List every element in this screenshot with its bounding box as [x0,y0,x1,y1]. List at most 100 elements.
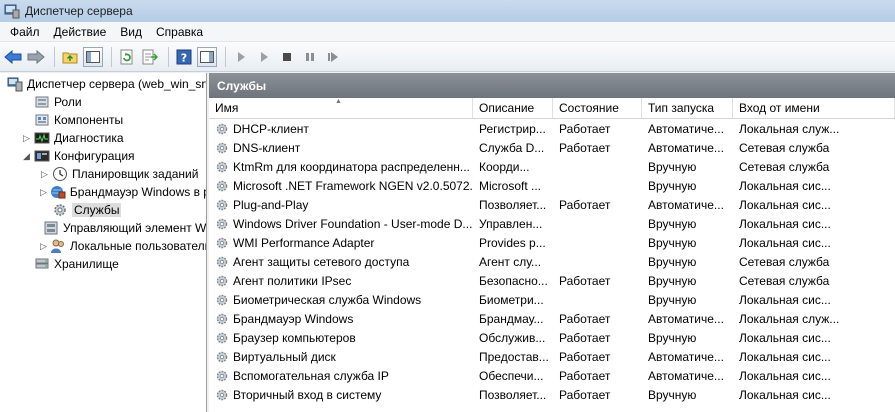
tree-item[interactable]: ▷ Планировщик заданий [0,165,206,183]
service-status: Работает [559,349,611,364]
tree-item[interactable]: Компоненты [0,111,206,129]
service-row[interactable]: Агент политики IPsec Безопасно... Работает… [209,271,895,290]
service-name: Вторичный вход в систему [233,387,382,402]
service-row[interactable]: Агент защиты сетевого доступа Агент слу..… [209,252,895,271]
service-gear-icon [215,122,233,136]
tree-expander-icon[interactable]: ▷ [40,187,47,197]
start-service-alt-icon[interactable] [254,47,274,67]
menu-bar: Файл Действие Вид Справка [0,22,895,42]
stop-service-icon[interactable] [277,47,297,67]
service-row[interactable]: Microsoft .NET Framework NGEN v2.0.5072.… [209,176,895,195]
column-header-name[interactable]: Имя [209,98,473,118]
service-startup-type: Вручную [648,330,697,345]
service-gear-icon [215,369,233,383]
toolbar-separator [225,46,226,67]
service-gear-icon [215,293,233,307]
tree-item[interactable]: ▷ Локальные пользователи [0,237,206,255]
service-name: Plug-and-Play [233,197,309,212]
service-log-on-as: Локальная сис... [739,235,831,250]
refresh-icon[interactable] [117,47,137,67]
storage-icon [34,256,50,272]
toolbar-separator [168,46,169,67]
action-pane-icon[interactable] [197,46,217,67]
service-row[interactable]: Вспомогательная служба IP Обеспечи... Рабо… [209,366,895,385]
service-description: Безопасно... [479,273,548,288]
service-gear-icon [215,274,233,288]
service-status: Работает [559,121,611,136]
tree-expander-icon[interactable]: ▷ [40,169,49,179]
server-manager-app-icon [4,3,20,19]
help-icon[interactable]: ? [174,47,194,67]
service-row[interactable]: Вторичный вход в систему Позволяет... Рабо… [209,385,895,404]
service-gear-icon [215,350,233,364]
service-status: Работает [559,368,611,383]
service-name-cell: Браузер компьютеров [209,331,473,345]
service-row[interactable]: Брандмауэр Windows Брандмау... Работает Авт… [209,309,895,328]
service-gear-icon [215,141,233,155]
features-icon [34,112,50,128]
tree-item[interactable]: ▷ Брандмауэр Windows в ре [0,183,206,201]
tree-expander-icon[interactable]: ▷ [40,241,47,251]
tree-item[interactable]: Диспетчер сервера (web_win_srv [0,75,206,93]
export-list-icon[interactable] [140,47,160,67]
service-log-on-as: Сетевая служба [739,254,830,269]
service-status: Работает [559,330,611,345]
service-row[interactable]: KtmRm для координатора распределенн... Ко… [209,157,895,176]
service-name-cell: Виртуальный диск [209,350,473,364]
service-description: Регистрир... [479,121,546,136]
service-row[interactable]: WMI Performance Adapter Provides p... Вруч… [209,233,895,252]
column-header-description[interactable]: Описание [473,98,553,118]
service-gear-icon [215,217,233,231]
folder-up-icon[interactable] [60,47,80,67]
service-row[interactable]: DNS-клиент Служба D... Работает Автоматиче.… [209,138,895,157]
start-service-icon[interactable] [231,47,251,67]
menu-help[interactable]: Справка [149,25,210,39]
back-arrow-icon[interactable] [3,47,23,67]
tree-item[interactable]: Хранилище [0,255,206,273]
menu-file[interactable]: Файл [3,25,47,39]
tree-item[interactable]: Роли [0,93,206,111]
title-bar: Диспетчер сервера [0,0,895,22]
service-row[interactable]: Биометрическая служба Windows Биометри...… [209,290,895,309]
service-log-on-as: Локальная сис... [739,178,831,193]
menu-view[interactable]: Вид [113,25,149,39]
service-log-on-as: Локальная сис... [739,330,831,345]
tree-item[interactable]: ◢ Конфигурация [0,147,206,165]
tree-item[interactable]: Управляющий элемент W [0,219,206,237]
service-row[interactable]: DHCP-клиент Регистрир... Работает Автоматич… [209,119,895,138]
roles-icon [34,94,50,110]
tree-item[interactable]: ▷ Диагностика [0,129,206,147]
service-gear-icon [215,331,233,345]
service-description: Предостав... [479,349,549,364]
service-row[interactable]: Виртуальный диск Предостав... Работает Авто… [209,347,895,366]
toolbar-separator [54,46,55,67]
column-header-log-on-as[interactable]: Вход от имени [733,98,895,118]
menu-action[interactable]: Действие [47,25,114,39]
tree-item[interactable]: Службы [0,201,206,219]
service-name-cell: KtmRm для координатора распределенн... [209,160,473,174]
tree-expander-icon[interactable]: ◢ [22,151,31,161]
service-row[interactable]: Браузер компьютеров Обслужив... Работает Вр… [209,328,895,347]
service-name-cell: Биометрическая служба Windows [209,293,473,307]
service-description: Позволяет... [479,197,547,212]
service-row[interactable]: Windows Driver Foundation - User-mode D.… [209,214,895,233]
pause-service-icon[interactable] [300,47,320,67]
service-startup-type: Вручную [648,235,697,250]
service-row[interactable]: Plug-and-Play Позволяет... Работает Автомат… [209,195,895,214]
tree-expander-icon[interactable]: ▷ [22,133,31,143]
service-log-on-as: Сетевая служба [739,140,830,155]
service-startup-type: Вручную [648,292,697,307]
restart-service-icon[interactable] [323,47,343,67]
service-gear-icon [215,255,233,269]
service-startup-type: Автоматиче... [648,197,724,212]
service-name: KtmRm для координатора распределенн... [233,159,470,174]
service-name: Microsoft .NET Framework NGEN v2.0.5072.… [233,178,473,193]
tree-item-label: Диагностика [54,131,124,145]
column-header-startup-type[interactable]: Тип запуска [642,98,733,118]
column-header-status[interactable]: Состояние [553,98,642,118]
service-description: Microsoft ... [479,178,542,193]
console-tree-icon[interactable] [83,46,103,67]
forward-arrow-icon[interactable] [26,47,46,67]
